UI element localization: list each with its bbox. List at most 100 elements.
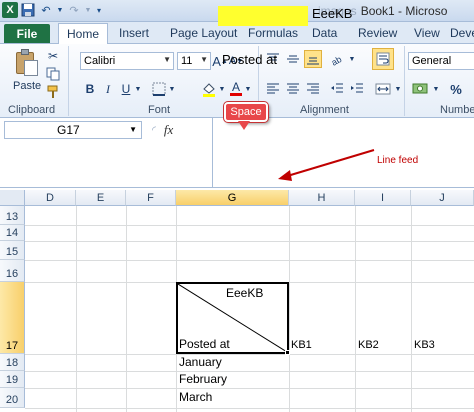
gridline	[25, 371, 474, 372]
tab-formulas[interactable]: Formulas	[248, 26, 298, 40]
borders-dropdown-icon[interactable]: ▼	[168, 80, 176, 98]
space-callout-tail	[238, 121, 250, 130]
paste-label: Paste	[13, 80, 42, 92]
align-bottom-icon[interactable]	[304, 50, 322, 68]
merge-dropdown-icon[interactable]: ▼	[394, 80, 402, 98]
font-name-combo[interactable]: Calibri ▼	[80, 52, 174, 70]
row-header-17[interactable]: 17	[0, 282, 25, 354]
column-header-j[interactable]: J	[411, 190, 474, 206]
gridline	[411, 206, 412, 412]
chevron-down-icon: ▼	[129, 125, 137, 134]
row-header-20[interactable]: 20	[0, 388, 25, 408]
fill-handle[interactable]	[285, 350, 290, 355]
formula-bar: G17 ▼ ◜ fx	[0, 118, 474, 188]
redo-dropdown-icon[interactable]: ▼	[84, 2, 92, 18]
undo-icon[interactable]: ↶	[38, 2, 54, 18]
orientation-icon[interactable]: ab	[328, 50, 348, 68]
column-header-d[interactable]: D	[25, 190, 76, 206]
insert-function-icon[interactable]: fx	[164, 122, 173, 138]
cell-j17[interactable]: KB3	[414, 339, 435, 351]
redo-icon[interactable]: ↷	[66, 2, 82, 18]
undo-dropdown-icon[interactable]: ▼	[56, 2, 64, 18]
select-all-corner[interactable]	[0, 190, 25, 206]
cell-g17[interactable]: EeeKB Posted at	[176, 282, 289, 354]
font-color-icon[interactable]: A	[228, 78, 244, 98]
number-format-value: General	[412, 55, 452, 67]
align-left-icon[interactable]	[264, 80, 282, 98]
space-highlight	[218, 6, 308, 26]
align-center-icon[interactable]	[284, 80, 302, 98]
row-header-18[interactable]: 18	[0, 354, 25, 371]
wrap-text-icon[interactable]	[372, 48, 394, 70]
orientation-dropdown-icon[interactable]: ▼	[348, 50, 356, 68]
tab-home[interactable]: Home	[58, 23, 109, 45]
bold-icon[interactable]: B	[82, 80, 98, 98]
cell-g18[interactable]: January	[179, 355, 222, 369]
cell-g17-bottom-text: Posted at	[179, 337, 230, 351]
percent-icon[interactable]: %	[446, 80, 466, 98]
tab-view[interactable]: View	[414, 26, 440, 40]
decrease-indent-icon[interactable]	[328, 80, 346, 98]
number-format-combo[interactable]: General	[408, 52, 474, 70]
underline-icon[interactable]: U	[118, 80, 134, 98]
window-title-text: Book1 - Microso	[360, 4, 448, 18]
merge-center-icon[interactable]	[372, 80, 394, 98]
chevron-down-icon: ▼	[200, 55, 208, 64]
cell-g20[interactable]: March	[179, 390, 212, 404]
fill-color-icon[interactable]	[200, 80, 218, 98]
currency-icon[interactable]	[410, 80, 432, 98]
cell-g19[interactable]: February	[179, 372, 227, 386]
row-header-19[interactable]: 19	[0, 371, 25, 388]
ribbon-separator	[68, 46, 69, 116]
gridline	[25, 354, 474, 355]
borders-icon[interactable]	[150, 80, 168, 98]
formula-line-1: EeeKB	[312, 6, 353, 21]
name-box[interactable]: G17 ▼	[4, 121, 142, 139]
increase-indent-icon[interactable]	[348, 80, 366, 98]
font-color-dropdown-icon[interactable]: ▼	[244, 80, 252, 98]
row-header-13[interactable]: 13	[0, 206, 25, 225]
column-header-i[interactable]: I	[355, 190, 411, 206]
tab-file[interactable]: File	[4, 24, 50, 43]
cell-h17[interactable]: KB1	[291, 339, 312, 351]
collapse-handle-icon[interactable]: ◜	[152, 125, 156, 136]
align-middle-icon[interactable]	[284, 50, 302, 68]
gridline	[25, 241, 474, 242]
currency-dropdown-icon[interactable]: ▼	[432, 80, 440, 98]
ribbon-separator	[404, 46, 405, 116]
gridline	[126, 206, 127, 412]
cell-i17[interactable]: KB2	[358, 339, 379, 351]
quick-access-toolbar: X ↶ ▼ ↷ ▼ ▾	[2, 2, 104, 18]
tab-review[interactable]: Review	[358, 26, 397, 40]
tab-developer[interactable]: Deve	[450, 26, 474, 40]
gridline	[355, 206, 356, 412]
column-header-h[interactable]: H	[289, 190, 355, 206]
row-header-16[interactable]: 16	[0, 260, 25, 282]
row-header-15[interactable]: 15	[0, 241, 25, 260]
tab-data[interactable]: Data	[312, 26, 337, 40]
column-header-g[interactable]: G	[176, 190, 289, 206]
customize-toolbar-icon[interactable]: ▾	[94, 2, 104, 18]
format-painter-icon[interactable]	[44, 84, 62, 100]
tab-page-layout[interactable]: Page Layout	[170, 26, 237, 40]
row-header-14[interactable]: 14	[0, 225, 25, 241]
fill-color-dropdown-icon[interactable]: ▼	[218, 80, 226, 98]
align-right-icon[interactable]	[304, 80, 322, 98]
line-feed-arrow	[278, 149, 375, 181]
column-header-e[interactable]: E	[76, 190, 126, 206]
save-icon[interactable]	[20, 2, 36, 18]
clipboard-group-label: Clipboard	[8, 104, 56, 116]
column-header-f[interactable]: F	[126, 190, 176, 206]
copy-icon[interactable]	[44, 66, 62, 82]
gridline	[25, 225, 474, 226]
excel-logo-icon[interactable]: X	[2, 2, 18, 18]
underline-dropdown-icon[interactable]: ▼	[134, 80, 142, 98]
font-name-value: Calibri	[84, 55, 116, 67]
cut-icon[interactable]: ✂	[44, 48, 62, 64]
tab-insert[interactable]: Insert	[119, 26, 149, 40]
alignment-group-label: Alignment	[300, 104, 349, 116]
number-group-label: Numbe	[440, 104, 474, 116]
italic-icon[interactable]: I	[100, 80, 116, 98]
paste-button[interactable]	[10, 48, 40, 80]
font-size-combo[interactable]: 11 ▼	[177, 52, 211, 70]
